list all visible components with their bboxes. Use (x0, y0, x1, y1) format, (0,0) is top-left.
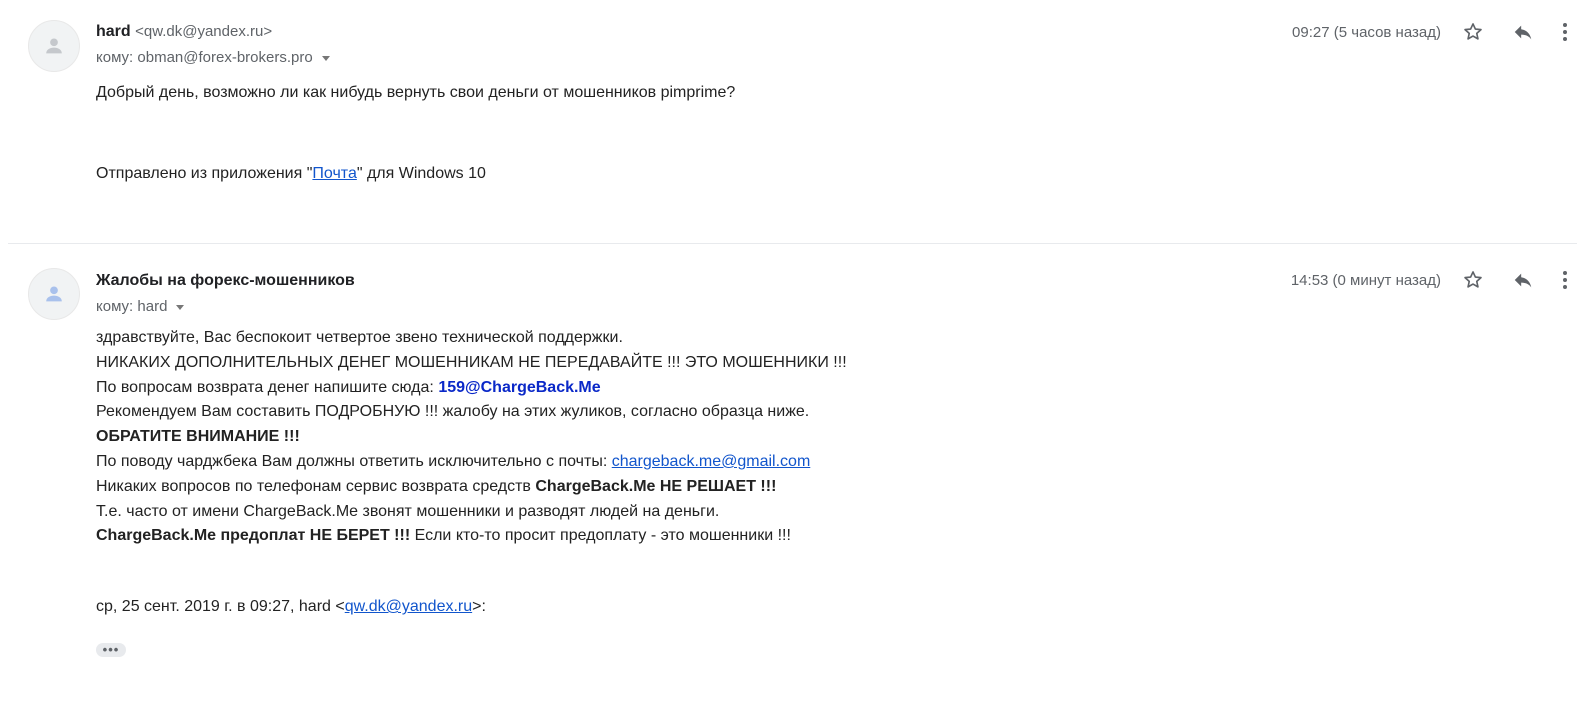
reply-icon (1514, 25, 1532, 40)
message-1: hard <qw.dk@yandex.ru> кому: obman@forex… (0, 0, 1585, 243)
more-options-button[interactable] (1555, 18, 1575, 46)
body-line: здравствуйте, Вас беспокоит четвертое зв… (96, 329, 623, 346)
quoted-header: ср, 25 сент. 2019 г. в 09:27, hard <qw.d… (96, 595, 847, 620)
person-icon (46, 38, 62, 54)
body-line: По поводу чарджбека Вам должны ответить … (96, 450, 847, 475)
recipient-line[interactable]: кому: obman@forex-brokers.pro (96, 48, 330, 68)
message-body: здравствуйте, Вас беспокоит четвертое зв… (96, 326, 847, 620)
body-line: ОБРАТИТЕ ВНИМАНИЕ !!! (96, 428, 300, 446)
message-header: hard <qw.dk@yandex.ru> кому: obman@forex… (96, 22, 330, 68)
body-line: НИКАКИХ ДОПОЛНИТЕЛЬНЫХ ДЕНЕГ МОШЕННИКАМ … (96, 353, 847, 371)
sent-from-suffix: " для Windows 10 (356, 164, 486, 182)
message-body: Добрый день, возможно ли как нибудь верн… (96, 81, 735, 187)
to-label: кому: (96, 49, 134, 66)
sent-from-line: Отправлено из приложения "Почта" для Win… (96, 162, 735, 187)
timestamp: 09:27 (5 часов назад) (1292, 23, 1441, 41)
quote-email-link[interactable]: qw.dk@yandex.ru (345, 598, 472, 615)
sender-line: hard <qw.dk@yandex.ru> (96, 22, 330, 42)
sender-line: Жалобы на форекс-мошенников (96, 271, 355, 291)
to-value: obman@forex-brokers.pro (137, 49, 313, 66)
to-label: кому: (96, 298, 134, 315)
message-meta: 14:53 (0 минут назад) (1291, 266, 1585, 294)
message-header: Жалобы на форекс-мошенников кому: hard (96, 271, 355, 317)
more-vert-icon (1563, 271, 1567, 289)
sender-email: <qw.dk@yandex.ru> (135, 23, 273, 40)
chevron-down-icon[interactable] (176, 305, 185, 310)
message-meta: 09:27 (5 часов назад) (1292, 18, 1585, 46)
more-vert-icon (1563, 23, 1567, 41)
reply-icon (1514, 273, 1532, 288)
quote-prefix: ср, 25 сент. 2019 г. в 09:27, hard < (96, 598, 345, 616)
recipient-line[interactable]: кому: hard (96, 297, 355, 317)
sender-name[interactable]: Жалобы на форекс-мошенников (96, 272, 355, 289)
body-bold-text: ChargeBack.Me предоплат НЕ БЕРЕТ !!! (96, 527, 411, 545)
star-button[interactable] (1455, 266, 1491, 294)
body-text: По вопросам возврата денег напишите сюда… (96, 378, 439, 396)
body-line: Рекомендуем Вам составить ПОДРОБНУЮ !!! … (96, 403, 810, 421)
quote-suffix: >: (472, 598, 486, 616)
sent-from-prefix: Отправлено из приложения " (96, 164, 313, 182)
body-line: Т.е. часто от имени ChargeBack.Me звонят… (96, 502, 720, 520)
to-value: hard (137, 298, 168, 315)
body-line: По вопросам возврата денег напишите сюда… (96, 376, 847, 401)
gmail-link[interactable]: chargeback.me@gmail.com (612, 453, 811, 470)
body-text: Если кто-то просит предоплату - это моше… (410, 527, 791, 545)
timestamp: 14:53 (0 минут назад) (1290, 271, 1441, 289)
body-text: Никаких вопросов по телефонам сервис воз… (96, 477, 536, 495)
star-button[interactable] (1455, 18, 1491, 46)
star-icon (1464, 271, 1482, 288)
body-text: По поводу чарджбека Вам должны ответить … (96, 452, 612, 470)
more-options-button[interactable] (1555, 266, 1575, 294)
body-line: Никаких вопросов по телефонам сервис воз… (96, 475, 847, 500)
body-line: ChargeBack.Me предоплат НЕ БЕРЕТ !!! Есл… (96, 524, 847, 549)
star-icon (1464, 23, 1482, 40)
body-line: Добрый день, возможно ли как нибудь верн… (96, 84, 736, 101)
chevron-down-icon[interactable] (321, 56, 330, 61)
reply-button[interactable] (1505, 18, 1541, 46)
mail-app-link[interactable]: Почта (312, 165, 356, 182)
message-2: Жалобы на форекс-мошенников кому: hard з… (0, 244, 1585, 706)
reply-button[interactable] (1505, 266, 1541, 294)
avatar[interactable] (28, 268, 80, 320)
chargeback-email[interactable]: 159@ChargeBack.Me (438, 379, 600, 396)
avatar[interactable] (28, 20, 80, 72)
body-bold-text: ChargeBack.Me НЕ РЕШАЕТ !!! (535, 477, 777, 495)
show-trimmed-content-button[interactable]: ••• (96, 643, 126, 657)
sender-name[interactable]: hard (96, 23, 131, 40)
person-icon (46, 286, 62, 302)
